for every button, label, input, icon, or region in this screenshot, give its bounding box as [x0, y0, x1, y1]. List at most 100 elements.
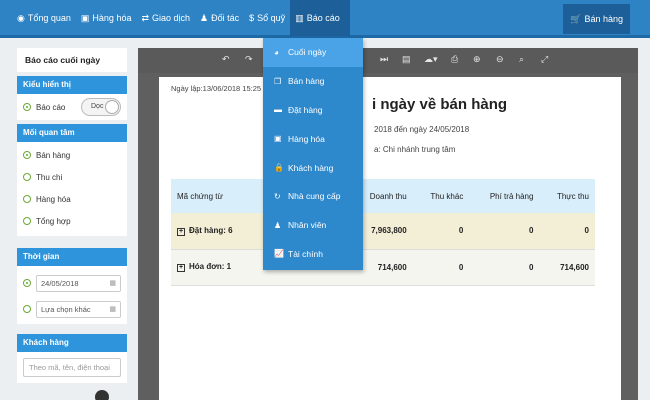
actual-cell: 0 [539, 213, 595, 250]
line-chart-icon: 📈 [274, 249, 284, 259]
radio-label: Bán hàng [36, 150, 71, 160]
nav-tong-quan[interactable]: ◉ Tổng quan [12, 0, 76, 36]
lock-icon: 🔒 [274, 163, 284, 173]
actual-cell: 714,600 [539, 249, 595, 286]
radio-label: Tổng hợp [36, 216, 71, 226]
report-dropdown-menu: ◕ Cuối ngày ❐ Bán hàng ▬ Đặt hàng ▣ Hàng hóa… [263, 38, 363, 270]
report-page: Ngày lập:13/06/2018 15:25 i ngày về bán … [159, 77, 621, 400]
panel-heading: Thời gian [17, 248, 127, 266]
concern-option[interactable]: Thu chi [23, 166, 121, 188]
zoom-out-icon[interactable]: ⊖ [496, 54, 504, 65]
filter-sidebar: Báo cáo cuối ngày Kiểu hiển thị Báo cáo … [17, 48, 127, 400]
radio-icon[interactable] [23, 305, 31, 313]
print-date: Ngày lập:13/06/2018 15:25 [171, 84, 262, 93]
display-report-option[interactable]: Báo cáo Dọc [23, 96, 121, 118]
other-date-input[interactable]: Lựa chọn khác ▦ [36, 300, 121, 318]
column-header: Thu khác [412, 179, 470, 213]
sale-button-label: Bán hàng [584, 14, 623, 24]
menu-item-label: Đặt hàng [288, 104, 323, 115]
last-page-icon[interactable]: ⏭ [380, 54, 388, 65]
nav-bao-cao[interactable]: ▥ Báo cáo [290, 0, 350, 36]
nav-doi-tac[interactable]: ♟ Đối tác [195, 0, 244, 36]
menu-item-label: Tài chính [288, 248, 323, 259]
radio-label: Hàng hóa [36, 194, 71, 204]
search-icon[interactable]: ⌕ [519, 54, 524, 65]
bar-chart-icon: ▥ [295, 12, 304, 23]
report-title: i ngày về bán hàng [372, 96, 508, 113]
fullscreen-icon[interactable]: ⤢ [541, 54, 548, 65]
table-row[interactable]: + Hóa đơn: 1 714,600 0 0 714,600 [171, 249, 595, 286]
menu-item-ban-hang[interactable]: ❐ Bán hàng [263, 67, 363, 96]
radio-icon[interactable] [23, 217, 31, 225]
nav-giao-dich[interactable]: ⇄ Giao dịch [136, 0, 195, 36]
menu-item-label: Hàng hóa [288, 133, 325, 144]
inbox-icon: ▬ [274, 105, 282, 115]
pie-icon: ◕ [274, 47, 279, 57]
calendar-icon[interactable]: ▦ [109, 279, 116, 287]
toggle-knob [105, 100, 119, 114]
sale-button[interactable]: 🛒 Bán hàng [563, 4, 630, 34]
menu-item-dat-hang[interactable]: ▬ Đặt hàng [263, 96, 363, 125]
concern-option[interactable]: Hàng hóa [23, 188, 121, 210]
other-income-cell: 0 [412, 249, 470, 286]
zoom-in-icon[interactable]: ⊕ [473, 54, 481, 65]
menu-item-label: Bán hàng [288, 76, 325, 87]
box-icon: ▣ [274, 134, 282, 144]
menu-item-label: Khách hàng [288, 162, 334, 173]
refresh-icon: ↻ [274, 191, 281, 201]
box-icon: ▣ [80, 12, 90, 23]
nav-so-quy[interactable]: $ Sổ quỹ [244, 0, 290, 36]
radio-icon[interactable] [23, 151, 31, 159]
concern-option[interactable]: Tổng hợp [23, 210, 121, 232]
redo-icon[interactable]: ↷ [245, 54, 253, 65]
orientation-toggle[interactable]: Dọc [81, 98, 121, 116]
date-input[interactable]: 24/05/2018 ▦ [36, 274, 121, 292]
concern-option[interactable]: Bán hàng [23, 144, 121, 166]
nav-label: Tổng quan [27, 13, 71, 23]
main-nav: ◉ Tổng quan ▣ Hàng hóa ⇄ Giao dịch ♟ Đối tác… [0, 0, 350, 36]
cloud-download-icon[interactable]: ☁▾ [424, 54, 438, 65]
radio-label: Thu chi [36, 172, 63, 182]
file-icon[interactable]: ▤ [402, 54, 411, 65]
table-row[interactable]: + Đặt hàng: 6 7,963,800 0 0 0 [171, 213, 595, 250]
nav-hang-hoa[interactable]: ▣ Hàng hóa [76, 0, 137, 36]
other-income-cell: 0 [412, 213, 470, 250]
date-value: 24/05/2018 [41, 278, 79, 288]
date-option: 24/05/2018 ▦ [23, 270, 121, 296]
column-header: Phí trả hàng [469, 179, 540, 213]
menu-item-label: Cuối ngày [288, 47, 327, 58]
return-fee-cell: 0 [469, 213, 540, 250]
expand-icon[interactable]: + [177, 227, 185, 236]
toggle-label: Dọc [91, 103, 104, 110]
menu-item-nha-cung-cap[interactable]: ↻ Nhà cung cấp [263, 182, 363, 211]
radio-label: Báo cáo [36, 102, 66, 112]
radio-icon[interactable] [23, 103, 31, 111]
nav-label: Giao dịch [152, 13, 191, 23]
palette-icon: ◉ [17, 12, 25, 23]
menu-item-hang-hoa[interactable]: ▣ Hàng hóa [263, 124, 363, 153]
radio-icon[interactable] [23, 195, 31, 203]
menu-item-tai-chinh[interactable]: 📈 Tài chính [263, 240, 363, 269]
nav-label: Báo cáo [306, 13, 340, 23]
calendar-icon[interactable]: ▦ [109, 305, 116, 313]
menu-item-cuoi-ngay[interactable]: ◕ Cuối ngày [263, 38, 363, 67]
customer-search-input[interactable]: Theo mã, tên, điện thoại [23, 358, 121, 377]
time-panel: Thời gian 24/05/2018 ▦ Lựa chọn khác ▦ [17, 248, 127, 324]
nav-label: Sổ quỹ [257, 13, 286, 23]
table-header-row: Mã chứng từ Doanh thu Thu khác Phí trả h… [171, 179, 595, 213]
print-icon[interactable]: ⎙ [451, 54, 458, 65]
radio-icon[interactable] [23, 279, 31, 287]
nav-label: Đối tác [211, 13, 240, 23]
panel-heading: Kiểu hiển thị [17, 76, 127, 94]
menu-item-label: Nhà cung cấp [288, 191, 341, 202]
menu-item-khach-hang[interactable]: 🔒 Khách hàng [263, 153, 363, 182]
row-label: Hóa đơn: 1 [189, 262, 232, 271]
menu-item-label: Nhân viên [288, 220, 327, 231]
cart-icon: 🛒 [570, 13, 582, 24]
undo-icon[interactable]: ↶ [222, 54, 230, 65]
report-viewer: ↶ ↷ ⏭ ▤ ☁▾ ⎙ ⊕ ⊖ ⌕ ⤢ Ngày lập:13/06/2018… [138, 48, 638, 400]
concern-panel: Mối quan tâm Bán hàng Thu chi Hàng hóa T… [17, 124, 127, 236]
menu-item-nhan-vien[interactable]: ♟ Nhân viên [263, 211, 363, 240]
radio-icon[interactable] [23, 173, 31, 181]
expand-icon[interactable]: + [177, 264, 185, 272]
